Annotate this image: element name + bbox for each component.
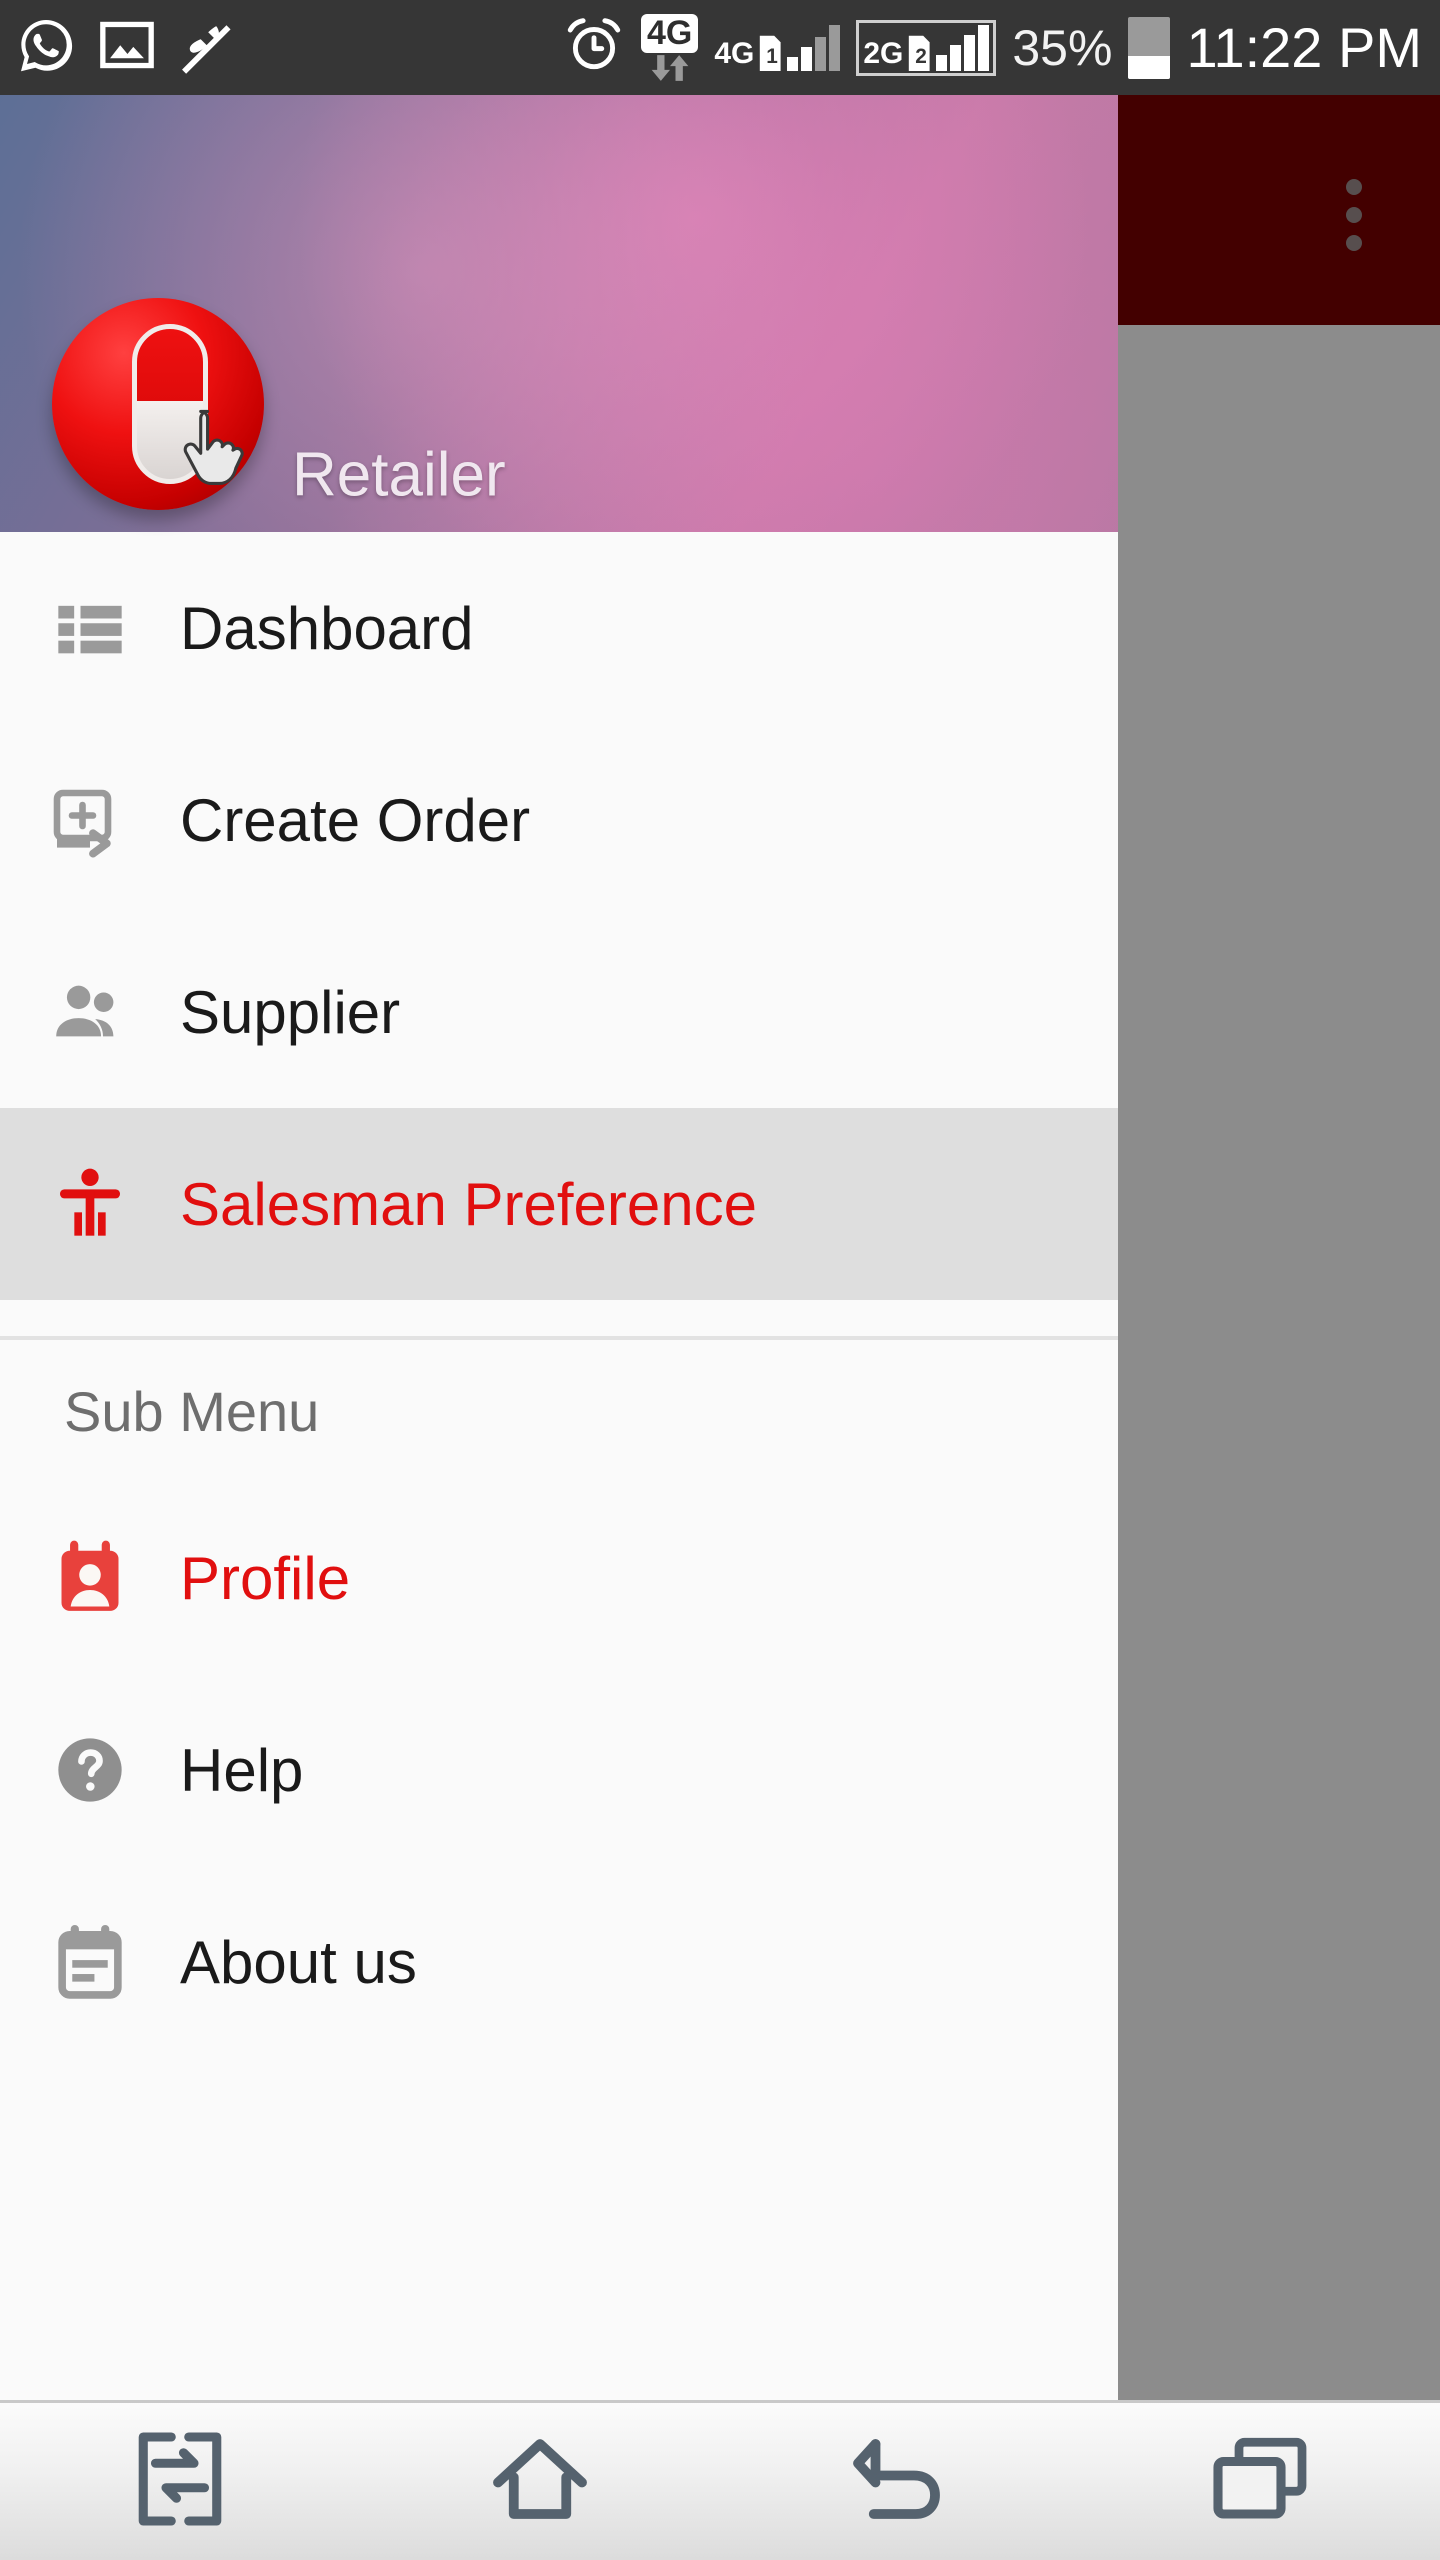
drawer-spacer <box>0 1300 1118 1336</box>
create-order-icon <box>0 781 180 859</box>
battery-icon <box>1128 16 1171 79</box>
sidebar-item-salesman-preference[interactable]: Salesman Preference <box>0 1108 1118 1300</box>
phone-screen: 4G 4G 1 2G 2 35% 11:22 PM Retailer Dashb… <box>0 0 1440 2560</box>
whatsapp-icon <box>16 15 76 80</box>
people-icon <box>0 973 180 1051</box>
sidebar-item-label: Salesman Preference <box>180 1170 757 1238</box>
sidebar-item-label: Create Order <box>180 786 531 854</box>
sound-muted-icon <box>178 16 236 79</box>
sidebar-item-label: About us <box>180 1928 417 1996</box>
svg-text:2: 2 <box>916 45 928 68</box>
svg-text:1: 1 <box>767 45 779 68</box>
data-badge-label: 4G <box>640 13 699 54</box>
sim1-bars-icon: 1 <box>758 24 841 71</box>
clock-label: 11:22 PM <box>1186 15 1422 79</box>
sidebar-item-help[interactable]: Help <box>0 1674 1118 1866</box>
recents-button[interactable] <box>1080 2400 1440 2560</box>
sidebar-item-label: Profile <box>180 1544 351 1612</box>
pill-tap-logo <box>52 298 264 510</box>
back-button[interactable] <box>720 2400 1080 2560</box>
notepad-icon <box>0 1924 180 2000</box>
sidebar-item-about-us[interactable]: About us <box>0 1866 1118 2058</box>
data-arrows-icon <box>648 55 692 81</box>
status-bar-right-icons: 4G 4G 1 2G 2 35% 11:22 PM <box>563 13 1440 81</box>
dual-window-button[interactable] <box>0 2400 360 2560</box>
status-bar: 4G 4G 1 2G 2 35% 11:22 PM <box>0 0 1440 95</box>
sidebar-item-label: Dashboard <box>180 594 474 662</box>
sub-menu-section-label: Sub Menu <box>64 1379 320 1443</box>
sim1-network-label: 4G <box>714 36 755 70</box>
sidebar-item-create-order[interactable]: Create Order <box>0 724 1118 916</box>
sim2-network-label: 2G <box>863 36 904 70</box>
app-name-label: Retailer <box>292 440 506 510</box>
home-button[interactable] <box>360 2400 720 2560</box>
sim2-signal: 2G 2 <box>856 19 997 76</box>
sidebar-item-dashboard[interactable]: Dashboard <box>0 532 1118 724</box>
battery-percent-label: 35% <box>1012 19 1113 76</box>
system-nav-bar <box>0 2400 1440 2560</box>
accessibility-icon <box>0 1164 180 1244</box>
nav-bar-divider <box>0 2400 1440 2403</box>
logo-hand-cursor-icon <box>183 409 244 485</box>
drawer-menu-list: Dashboard Create Order Supplier Salesman… <box>0 532 1118 2400</box>
back-arrow-icon <box>844 2423 956 2538</box>
screenshot-image-icon <box>98 16 156 79</box>
sidebar-item-supplier[interactable]: Supplier <box>0 916 1118 1108</box>
home-icon <box>484 2423 596 2538</box>
status-bar-left-icons <box>0 15 236 80</box>
sidebar-item-label: Help <box>180 1736 304 1804</box>
dashboard-list-icon <box>0 590 180 666</box>
sidebar-item-profile[interactable]: Profile <box>0 1482 1118 1674</box>
contact-badge-icon <box>0 1540 180 1616</box>
dual-window-icon <box>124 2423 236 2538</box>
alarm-clock-icon <box>563 14 625 81</box>
navigation-drawer: Retailer Dashboard Create Order Supplier… <box>0 95 1118 2400</box>
sim1-signal: 4G 1 <box>714 24 841 71</box>
help-circle-icon <box>0 1732 180 1808</box>
data-transfer-badge: 4G <box>640 13 699 81</box>
sidebar-item-label: Supplier <box>180 978 401 1046</box>
drawer-header: Retailer <box>0 95 1118 532</box>
recent-apps-icon <box>1204 2423 1316 2538</box>
sim2-bars-icon: 2 <box>907 24 990 71</box>
